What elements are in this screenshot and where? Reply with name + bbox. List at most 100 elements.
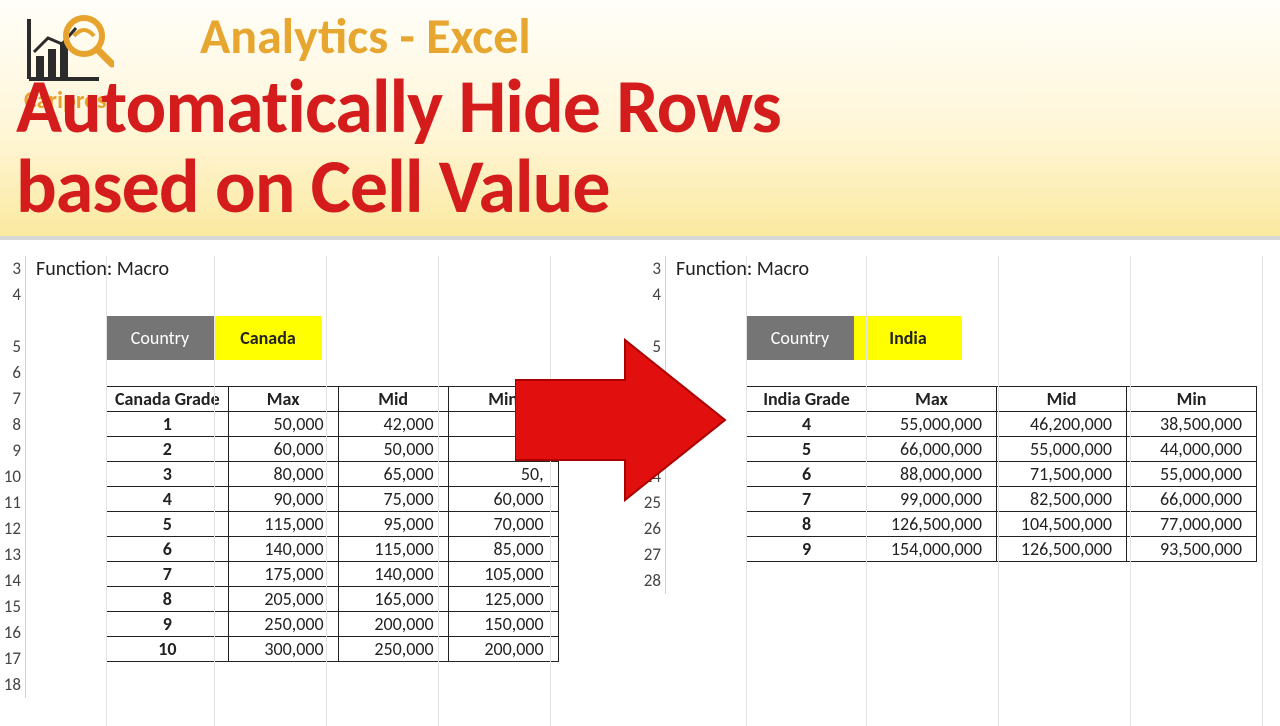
table-row: 9250,000200,000150,000 [107, 612, 559, 637]
cell-min: 55,000,000 [1127, 462, 1257, 487]
row-number: 7 [0, 386, 26, 412]
cell-min: 105,000 [448, 562, 558, 587]
table-row: 380,00065,00050, [107, 462, 559, 487]
table-row: 7175,000140,000105,000 [107, 562, 559, 587]
cell-max: 88,000,000 [867, 462, 997, 487]
cell-mid: 115,000 [338, 537, 448, 562]
table-row: 150,00042,00035, [107, 412, 559, 437]
col-min: Min [1127, 387, 1257, 412]
country-value-right[interactable]: India [854, 316, 962, 360]
function-label-right: Function: Macro [666, 256, 1280, 282]
row-number: 3 [640, 256, 666, 282]
cell-grade: 9 [107, 612, 229, 637]
row-number: 8 [0, 412, 26, 438]
cell-grade: 2 [107, 437, 229, 462]
col-max: Max [867, 387, 997, 412]
table-row: 455,000,00046,200,00038,500,000 [747, 412, 1257, 437]
row-number: 4 [640, 282, 666, 308]
row-number: 6 [0, 360, 26, 386]
cell-min: 70,000 [448, 512, 558, 537]
cell-min: 38,500,000 [1127, 412, 1257, 437]
sheet-after: 3456722232425262728 Function: Macro Coun… [640, 256, 1280, 662]
cell-grade: 8 [747, 512, 867, 537]
table-row: 9154,000,000126,500,00093,500,000 [747, 537, 1257, 562]
cell-grade: 4 [747, 412, 867, 437]
cell-grade: 9 [747, 537, 867, 562]
cell-max: 66,000,000 [867, 437, 997, 462]
cell-mid: 55,000,000 [997, 437, 1127, 462]
table-row: 799,000,00082,500,00066,000,000 [747, 487, 1257, 512]
banner-subtitle: Analytics - Excel [200, 6, 531, 67]
cell-min: 77,000,000 [1127, 512, 1257, 537]
cell-max: 250,000 [228, 612, 338, 637]
cell-mid: 165,000 [338, 587, 448, 612]
table-row: 5115,00095,00070,000 [107, 512, 559, 537]
col-max: Max [228, 387, 338, 412]
cell-grade: 1 [107, 412, 229, 437]
cell-max: 50,000 [228, 412, 338, 437]
table-row: 10300,000250,000200,000 [107, 637, 559, 662]
cell-mid: 82,500,000 [997, 487, 1127, 512]
cell-grade: 7 [107, 562, 229, 587]
row-number: 13 [0, 542, 26, 568]
cell-grade: 6 [747, 462, 867, 487]
cell-mid: 104,500,000 [997, 512, 1127, 537]
table-row: 260,00050,00040, [107, 437, 559, 462]
cell-min: 44,000,000 [1127, 437, 1257, 462]
cell-mid: 75,000 [338, 487, 448, 512]
cell-min: 150,000 [448, 612, 558, 637]
cell-mid: 126,500,000 [997, 537, 1127, 562]
row-number: 10 [0, 464, 26, 490]
cell-mid: 65,000 [338, 462, 448, 487]
cell-mid: 46,200,000 [997, 412, 1127, 437]
arrow-icon [515, 330, 735, 510]
cell-min: 85,000 [448, 537, 558, 562]
cell-max: 300,000 [228, 637, 338, 662]
cell-max: 140,000 [228, 537, 338, 562]
banner-title: Automatically Hide Rows based on Cell Va… [16, 68, 781, 228]
banner-title-line1: Automatically Hide Rows [16, 68, 781, 148]
cell-max: 80,000 [228, 462, 338, 487]
cell-grade: 5 [107, 512, 229, 537]
cell-min: 125,000 [448, 587, 558, 612]
col-mid: Mid [338, 387, 448, 412]
cell-max: 154,000,000 [867, 537, 997, 562]
row-number: 18 [0, 672, 26, 698]
cell-max: 99,000,000 [867, 487, 997, 512]
row-number: 11 [0, 490, 26, 516]
cell-mid: 42,000 [338, 412, 448, 437]
cell-max: 175,000 [228, 562, 338, 587]
row-number: 16 [0, 620, 26, 646]
cell-min: 200,000 [448, 637, 558, 662]
cell-mid: 71,500,000 [997, 462, 1127, 487]
row-number: 15 [0, 594, 26, 620]
country-header-left: Country [106, 316, 214, 360]
row-number: 27 [640, 542, 666, 568]
cell-grade: 6 [107, 537, 229, 562]
cell-mid: 95,000 [338, 512, 448, 537]
table-row: 8205,000165,000125,000 [107, 587, 559, 612]
table-row: 490,00075,00060,000 [107, 487, 559, 512]
cell-grade: 3 [107, 462, 229, 487]
row-number: 3 [0, 256, 26, 282]
data-table-right: India Grade Max Mid Min 455,000,00046,20… [746, 386, 1257, 562]
country-value-left[interactable]: Canada [214, 316, 322, 360]
cell-max: 126,500,000 [867, 512, 997, 537]
title-banner: Caripros Analytics - Excel Automatically… [0, 0, 1280, 240]
banner-title-line2: based on Cell Value [16, 148, 781, 228]
cell-min: 93,500,000 [1127, 537, 1257, 562]
row-numbers-left: 3456789101112131415161718 [0, 256, 26, 698]
cell-min: 66,000,000 [1127, 487, 1257, 512]
cell-max: 115,000 [228, 512, 338, 537]
table-row: 688,000,00071,500,00055,000,000 [747, 462, 1257, 487]
row-number: 17 [0, 646, 26, 672]
data-table-left: Canada Grade Max Mid Min 150,00042,00035… [106, 386, 559, 662]
cell-grade: 5 [747, 437, 867, 462]
table-row: 566,000,00055,000,00044,000,000 [747, 437, 1257, 462]
cell-max: 90,000 [228, 487, 338, 512]
function-label-left: Function: Macro [26, 256, 635, 282]
cell-max: 205,000 [228, 587, 338, 612]
cell-grade: 8 [107, 587, 229, 612]
row-number: 28 [640, 568, 666, 594]
cell-mid: 140,000 [338, 562, 448, 587]
